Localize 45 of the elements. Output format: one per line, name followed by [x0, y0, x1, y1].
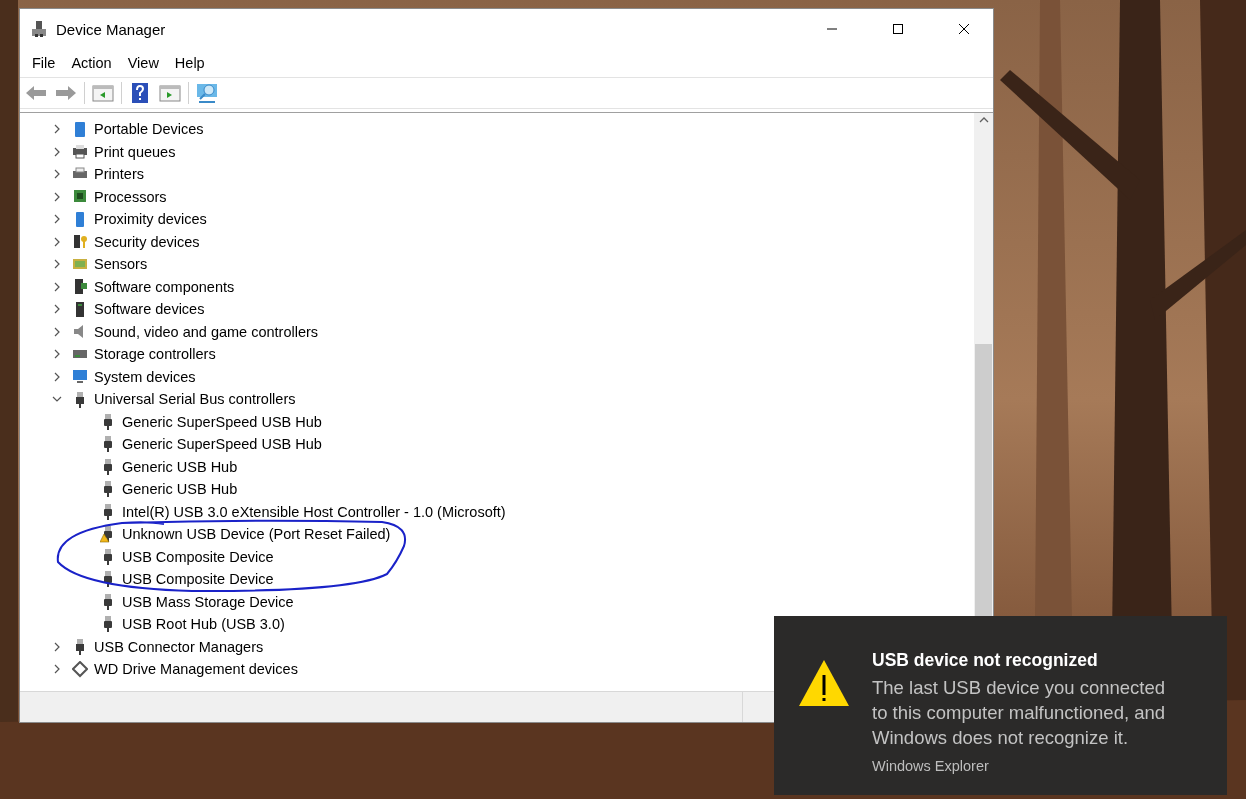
tree-item[interactable]: USB Connector Managers	[94, 638, 264, 655]
tree-item[interactable]: Universal Serial Bus controllers	[94, 391, 296, 408]
tree-item[interactable]: Sensors	[94, 256, 148, 273]
device-category-icon	[72, 278, 88, 296]
tree-item[interactable]: Generic SuperSpeed USB Hub	[122, 413, 322, 430]
tree-item[interactable]: Generic USB Hub	[122, 481, 238, 498]
tree-item[interactable]: Generic USB Hub	[122, 458, 238, 475]
tree-item[interactable]: System devices	[94, 368, 196, 385]
close-icon	[958, 23, 970, 35]
tree-item[interactable]: Portable Devices	[94, 121, 204, 138]
menu-item[interactable]: View	[119, 55, 167, 71]
device-category-icon	[72, 143, 88, 161]
menu-item[interactable]: File	[24, 55, 64, 71]
tree-item[interactable]: Generic SuperSpeed USB Hub	[122, 436, 322, 453]
app-icon	[30, 20, 48, 38]
device-category-icon	[72, 233, 88, 251]
tree-item[interactable]: Proximity devices	[94, 211, 207, 228]
tree-item[interactable]: Software components	[94, 278, 235, 295]
device-category-icon	[72, 368, 88, 386]
scan-hardware-button[interactable]	[195, 81, 219, 105]
tree-item[interactable]: USB Composite Device	[122, 571, 274, 588]
tree-item[interactable]: USB Mass Storage Device	[122, 593, 294, 610]
notification-message: The last USB device you connected to this computer malfunctioned, and Windows does not recognize it.	[872, 676, 1167, 750]
tree-item[interactable]: Sound, video and game controllers	[94, 323, 319, 340]
tree-item[interactable]: USB Composite Device	[122, 548, 274, 565]
window-title: Device Manager	[56, 20, 167, 38]
warning-icon	[798, 658, 850, 708]
menu-item[interactable]: Action	[63, 55, 120, 71]
tree-item[interactable]: Intel(R) USB 3.0 eXtensible Host Controller - 1.0 (Microsoft)	[122, 503, 506, 520]
maximize-icon	[892, 23, 904, 35]
tree-item[interactable]: USB Root Hub (USB 3.0)	[122, 616, 285, 633]
menu-item[interactable]: Help	[166, 55, 213, 71]
tree-item[interactable]: WD Drive Management devices	[94, 661, 298, 678]
tree-item[interactable]: Software devices	[94, 301, 205, 318]
tree-item[interactable]: Storage controllers	[94, 346, 216, 363]
device-category-icon	[72, 660, 88, 678]
notification-title: USB device not recognized	[872, 650, 1099, 671]
notification-source: Windows Explorer	[872, 758, 990, 774]
tree-item[interactable]: Security devices	[94, 233, 200, 250]
device-category-icon	[72, 120, 88, 138]
tree-item[interactable]: Printers	[94, 166, 144, 183]
tree-item[interactable]: Processors	[94, 188, 167, 205]
notification-toast[interactable]: USB device not recognized The last USB device you connected to this computer malfunctioned, and Windows does not recognize it. Windows Explorer	[774, 616, 1227, 795]
tree-item[interactable]: Unknown USB Device (Port Reset Failed)	[122, 526, 391, 543]
tree-item[interactable]: Print queues	[94, 143, 176, 160]
